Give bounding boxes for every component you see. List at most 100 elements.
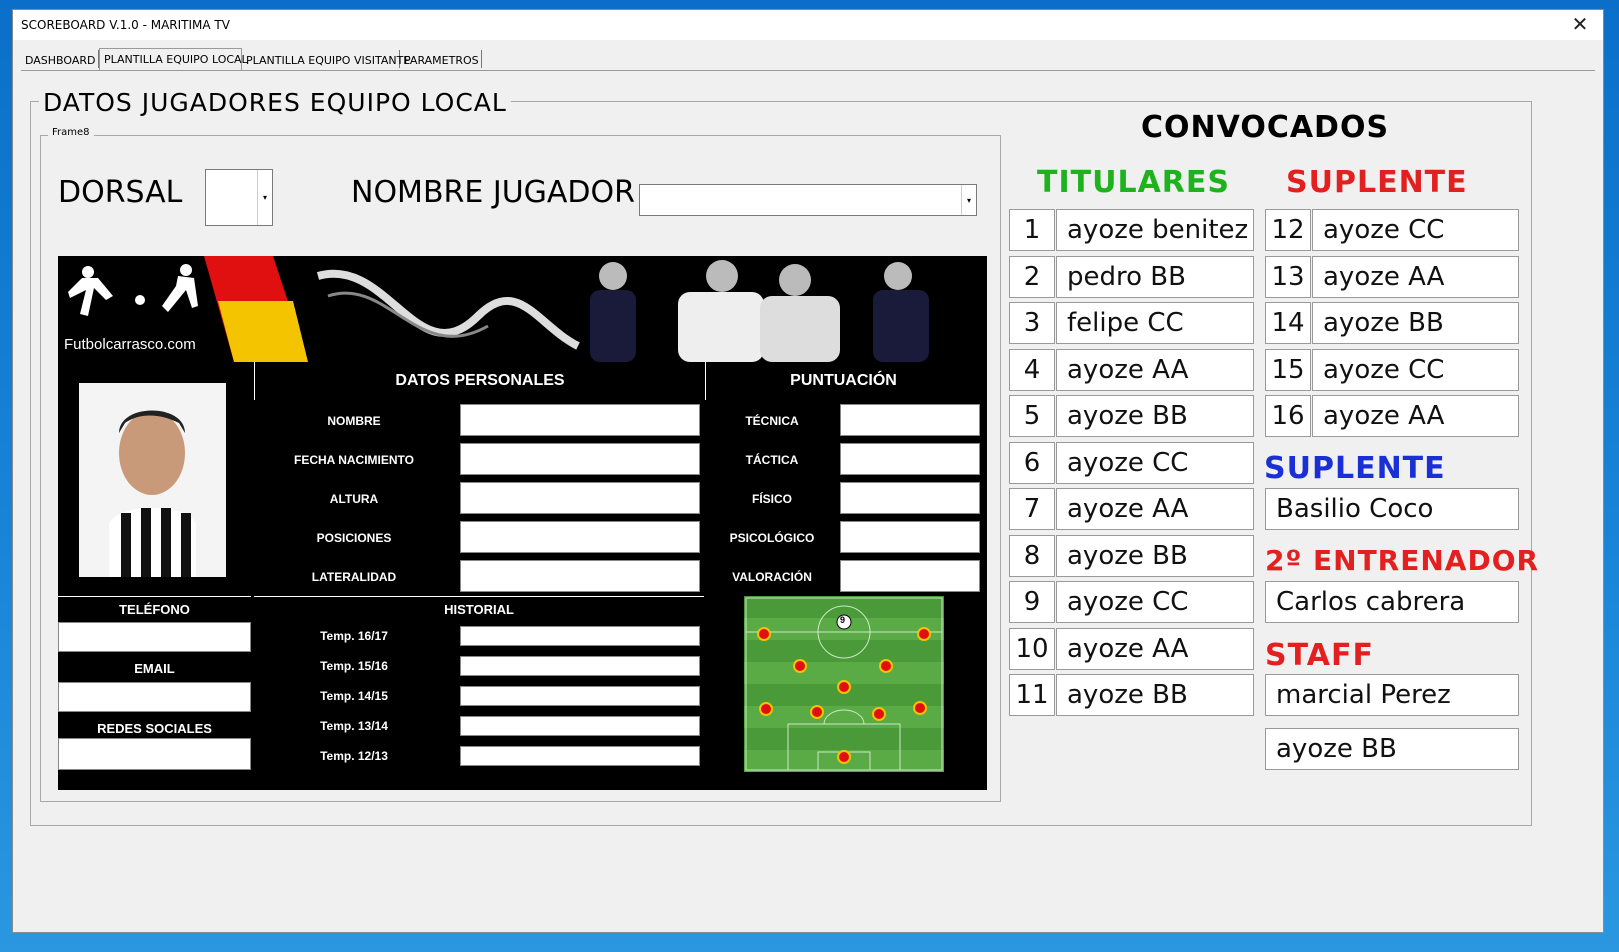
datos-field-input[interactable] xyxy=(460,404,700,436)
convocados-title: CONVOCADOS xyxy=(1141,110,1390,145)
puntuacion-field-input[interactable] xyxy=(840,404,980,436)
tab-divider xyxy=(21,70,1595,71)
app-window: SCOREBOARD V.1.0 - MARITIMA TV ✕ DASHBOA… xyxy=(12,9,1604,933)
titular-number[interactable]: 8 xyxy=(1009,534,1055,577)
suplente-number[interactable]: 14 xyxy=(1265,302,1311,344)
titular-number[interactable]: 11 xyxy=(1009,674,1055,716)
titular-name[interactable]: ayoze BB xyxy=(1056,395,1254,437)
historial-season-input[interactable] xyxy=(460,746,700,766)
window-title: SCOREBOARD V.1.0 - MARITIMA TV xyxy=(21,18,230,32)
titular-number[interactable]: 4 xyxy=(1009,348,1055,391)
puntuacion-field-label: TÁCTICA xyxy=(745,452,799,467)
datos-field-label: POSICIONES xyxy=(316,530,392,545)
historial-season-input[interactable] xyxy=(460,626,700,646)
datos-field-input[interactable] xyxy=(460,443,700,475)
dorsal-label: DORSAL xyxy=(58,175,183,210)
historial-season-label: Temp. 14/15 xyxy=(320,689,388,703)
main-frame-title: DATOS JUGADORES EQUIPO LOCAL xyxy=(39,88,511,117)
formation-pitch: 9 xyxy=(744,596,944,772)
titular-name[interactable]: ayoze AA xyxy=(1056,348,1254,391)
titular-name[interactable]: ayoze BB xyxy=(1056,534,1254,577)
titulares-title: TITULARES xyxy=(1037,165,1230,200)
titular-name[interactable]: ayoze benitez xyxy=(1056,209,1254,251)
nombre-jugador-label: NOMBRE JUGADOR xyxy=(351,175,635,210)
banner: Futbolcarrasco.com xyxy=(58,256,987,362)
inner-frame-caption: Frame8 xyxy=(48,127,94,138)
titular-number[interactable]: 5 xyxy=(1009,395,1055,437)
titular-name[interactable]: felipe CC xyxy=(1056,302,1254,344)
historial-header: HISTORIAL xyxy=(254,596,704,621)
datos-field-label: NOMBRE xyxy=(327,413,381,428)
datos-personales-header: DATOS PERSONALES xyxy=(254,362,706,400)
dorsal-select[interactable]: ▾ xyxy=(205,169,273,226)
titular-name[interactable]: ayoze AA xyxy=(1056,627,1254,670)
telefono-input[interactable] xyxy=(58,622,251,652)
suplente2-title: SUPLENTE xyxy=(1264,451,1446,486)
banner-graphic xyxy=(68,256,929,362)
player-photo-image xyxy=(79,383,226,577)
titular-number[interactable]: 9 xyxy=(1009,581,1055,623)
titular-name[interactable]: ayoze CC xyxy=(1056,441,1254,484)
titular-name[interactable]: ayoze BB xyxy=(1056,674,1254,716)
datos-field-input[interactable] xyxy=(460,521,700,553)
suplente2-field[interactable]: Basilio Coco xyxy=(1265,488,1519,530)
datos-field-label: LATERALIDAD xyxy=(311,569,397,584)
puntuacion-field-label: TÉCNICA xyxy=(745,413,799,428)
tab-plantilla-local[interactable]: PLANTILLA EQUIPO LOCAL xyxy=(99,48,248,70)
staff-field-1[interactable]: marcial Perez xyxy=(1265,674,1519,716)
historial-season-input[interactable] xyxy=(460,686,700,706)
historial-season-input[interactable] xyxy=(460,716,700,736)
titular-name[interactable]: ayoze AA xyxy=(1056,488,1254,530)
tab-plantilla-visitante[interactable]: PLANTILLA EQUIPO VISITANTE xyxy=(242,50,410,68)
puntuacion-header: PUNTUACIÓN xyxy=(790,372,897,389)
suplente-name[interactable]: ayoze AA xyxy=(1312,255,1519,298)
suplente-name[interactable]: ayoze BB xyxy=(1312,302,1519,344)
player-card: Futbolcarrasco.com DATOS PERSONALES PUNT… xyxy=(58,256,987,790)
titular-name[interactable]: ayoze CC xyxy=(1056,581,1254,623)
suplente-number[interactable]: 13 xyxy=(1265,255,1311,298)
email-input[interactable] xyxy=(58,682,251,712)
staff-title: STAFF xyxy=(1265,638,1374,673)
suplente-number[interactable]: 12 xyxy=(1265,209,1311,251)
historial-season-label: Temp. 13/14 xyxy=(320,719,388,733)
datos-field-label: ALTURA xyxy=(329,491,379,506)
titular-number[interactable]: 3 xyxy=(1009,302,1055,344)
titular-number[interactable]: 10 xyxy=(1009,627,1055,670)
suplente-name[interactable]: ayoze CC xyxy=(1312,209,1519,251)
puntuacion-field-input[interactable] xyxy=(840,443,980,475)
tab-parametros[interactable]: PARAMETROS xyxy=(400,50,482,68)
entrenador-title: 2º ENTRENADOR xyxy=(1265,544,1540,577)
entrenador-field[interactable]: Carlos cabrera xyxy=(1265,581,1519,623)
suplente-name[interactable]: ayoze AA xyxy=(1312,395,1519,437)
chevron-down-icon[interactable]: ▾ xyxy=(257,170,272,225)
puntuacion-field-label: PSICOLÓGICO xyxy=(729,530,815,545)
suplente-title: SUPLENTE xyxy=(1286,165,1468,200)
staff-field-2[interactable]: ayoze BB xyxy=(1265,728,1519,770)
titular-number[interactable]: 2 xyxy=(1009,255,1055,298)
puntuacion-field-label: FÍSICO xyxy=(751,491,792,506)
suplente-name[interactable]: ayoze CC xyxy=(1312,348,1519,391)
puntuacion-field-input[interactable] xyxy=(840,482,980,514)
telefono-label: TELÉFONO xyxy=(58,596,251,621)
puntuacion-field-input[interactable] xyxy=(840,521,980,553)
titular-name[interactable]: pedro BB xyxy=(1056,255,1254,298)
redes-sociales-input[interactable] xyxy=(58,738,251,770)
email-label: EMAIL xyxy=(134,660,175,676)
titular-number[interactable]: 1 xyxy=(1009,209,1055,251)
datos-field-label: FECHA NACIMIENTO xyxy=(294,452,414,467)
historial-season-input[interactable] xyxy=(460,656,700,676)
titular-number[interactable]: 6 xyxy=(1009,441,1055,484)
titular-number[interactable]: 7 xyxy=(1009,488,1055,530)
nombre-jugador-select[interactable]: ▾ xyxy=(639,184,977,216)
tab-dashboard[interactable]: DASHBOARD xyxy=(21,50,99,68)
datos-field-input[interactable] xyxy=(460,560,700,592)
chevron-down-icon[interactable]: ▾ xyxy=(961,185,976,215)
datos-field-input[interactable] xyxy=(460,482,700,514)
suplente-number[interactable]: 15 xyxy=(1265,348,1311,391)
close-icon[interactable]: ✕ xyxy=(1565,12,1595,38)
puntuacion-field-input[interactable] xyxy=(840,560,980,592)
title-bar: SCOREBOARD V.1.0 - MARITIMA TV ✕ xyxy=(13,10,1603,40)
historial-season-label: Temp. 16/17 xyxy=(320,629,388,643)
suplente-number[interactable]: 16 xyxy=(1265,395,1311,437)
historial-season-label: Temp. 12/13 xyxy=(320,749,388,763)
